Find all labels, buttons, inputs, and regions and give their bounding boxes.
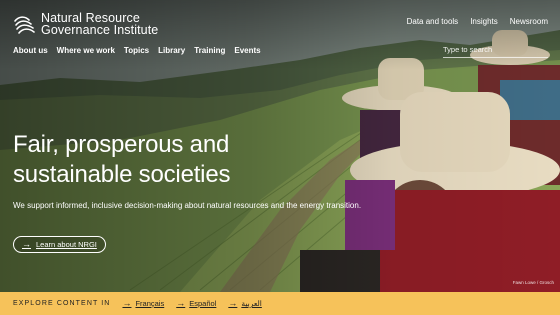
language-label-arabic: العربية xyxy=(241,299,262,308)
language-link-french[interactable]: → Français xyxy=(122,298,165,309)
nav-training[interactable]: Training xyxy=(194,46,225,55)
arrow-right-icon: → xyxy=(122,298,132,308)
language-link-arabic[interactable]: → العربية xyxy=(228,298,262,309)
language-label-french: Français xyxy=(135,299,165,308)
language-link-spanish[interactable]: → Español xyxy=(176,298,217,309)
arrow-right-icon: → xyxy=(176,298,186,308)
search-box xyxy=(443,42,548,58)
util-nav-data-and-tools[interactable]: Data and tools xyxy=(407,17,459,26)
hero-title-line-1: Fair, prosperous and xyxy=(13,131,230,158)
arrow-right-icon: → xyxy=(228,298,238,308)
learn-about-nrgi-button[interactable]: → Learn about NRGI xyxy=(13,236,106,253)
nrgi-logo-icon xyxy=(14,16,35,34)
util-nav-newsroom[interactable]: Newsroom xyxy=(510,17,548,26)
hero-title-line-2: sustainable societies xyxy=(13,161,231,188)
photo-credit: Fawn Lowe / Grosch xyxy=(512,280,554,285)
util-nav-insights[interactable]: Insights xyxy=(470,17,498,26)
logo-text: Natural Resource Governance Institute xyxy=(41,12,159,37)
nav-topics[interactable]: Topics xyxy=(124,46,149,55)
search-input[interactable] xyxy=(443,42,548,56)
cta-label: Learn about NRGI xyxy=(36,240,97,249)
arrow-right-icon: → xyxy=(22,239,31,249)
hero-title: Fair, prosperous and sustainable societi… xyxy=(13,130,230,190)
hero-subtitle: We support informed, inclusive decision-… xyxy=(13,201,362,210)
nav-library[interactable]: Library xyxy=(158,46,185,55)
language-label-spanish: Español xyxy=(189,299,217,308)
utility-nav: Data and tools Insights Newsroom xyxy=(407,17,548,26)
nav-events[interactable]: Events xyxy=(234,46,260,55)
language-bar-label: EXPLORE CONTENT IN xyxy=(13,300,111,307)
nav-about-us[interactable]: About us xyxy=(13,46,48,55)
main-nav: About us Where we work Topics Library Tr… xyxy=(13,46,261,55)
logo-line-2: Governance Institute xyxy=(41,23,159,37)
nav-where-we-work[interactable]: Where we work xyxy=(57,46,115,55)
site-logo[interactable]: Natural Resource Governance Institute xyxy=(13,12,158,36)
language-bar: EXPLORE CONTENT IN → Français → Español … xyxy=(0,292,560,315)
